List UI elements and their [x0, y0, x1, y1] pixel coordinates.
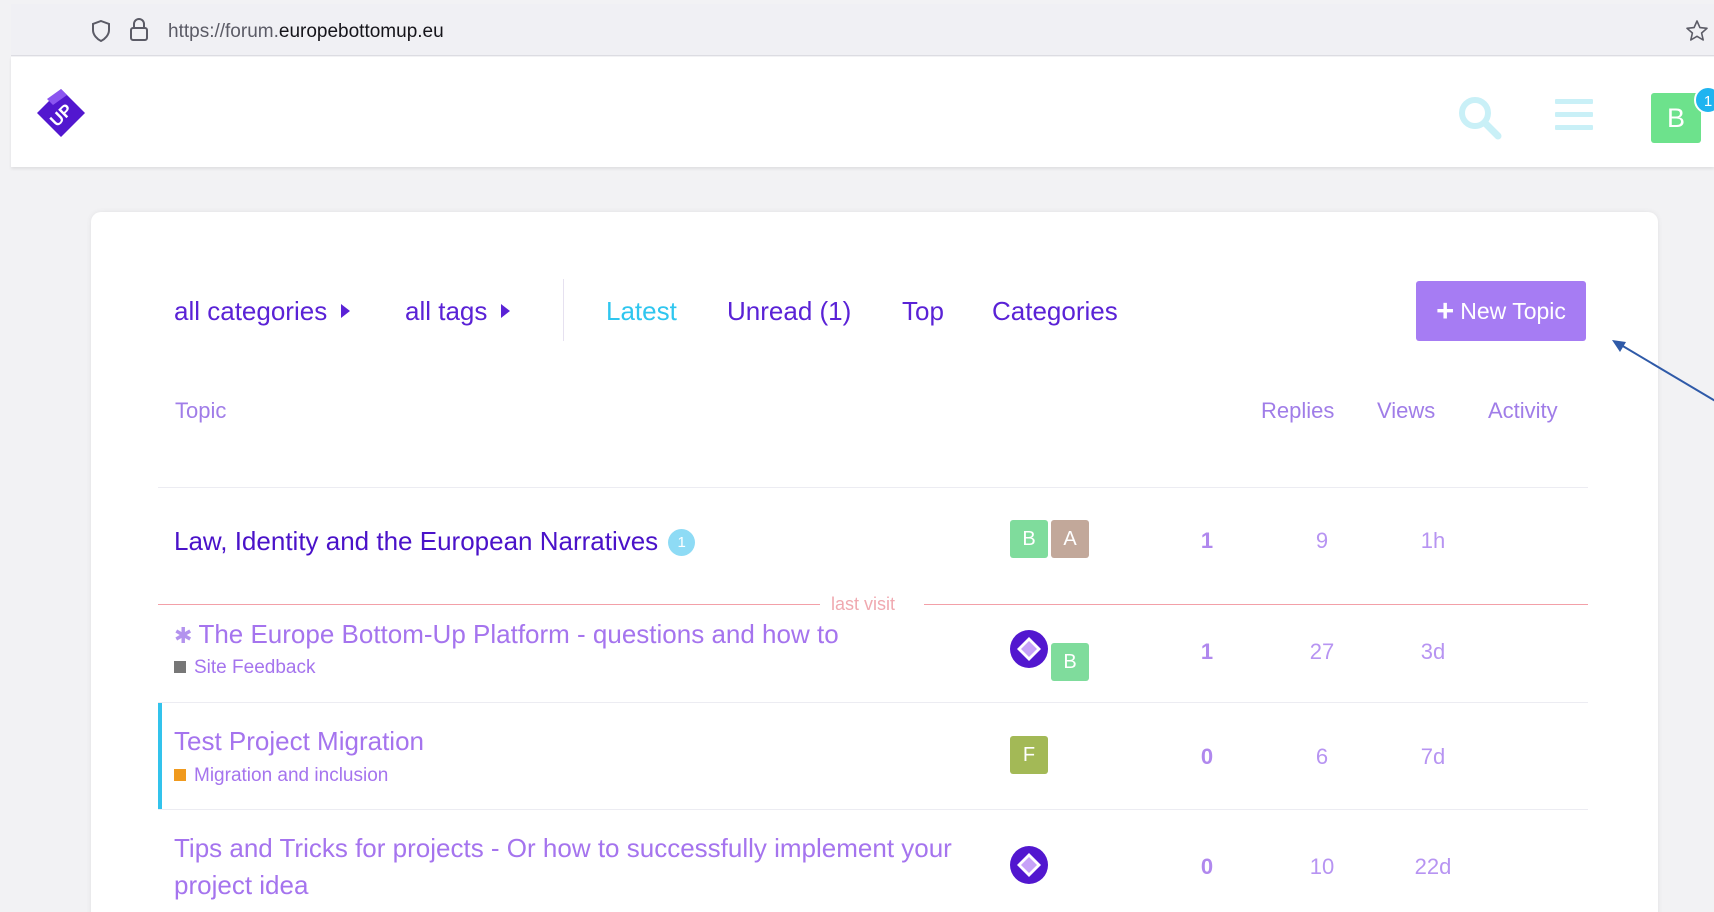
topic-category-label: Migration and inclusion: [194, 765, 389, 786]
reply-count[interactable]: 1: [1167, 528, 1247, 554]
topic-title-line: Tips and Tricks for projects - Or how to…: [174, 833, 952, 863]
lock-icon[interactable]: [129, 18, 149, 42]
reply-count[interactable]: 0: [1167, 744, 1247, 770]
category-dropdown[interactable]: all categories: [174, 296, 351, 327]
annotation-arrow-icon: [1612, 340, 1714, 402]
column-views[interactable]: Views: [1377, 398, 1435, 424]
topic-posters: BA: [1010, 520, 1092, 558]
url-domain: europebottomup.eu: [278, 21, 444, 42]
column-replies[interactable]: Replies: [1261, 398, 1334, 424]
new-topic-indicator: [158, 703, 162, 809]
view-count: 9: [1315, 528, 1329, 553]
topic-posters: [1010, 846, 1051, 889]
activity-age[interactable]: 3d: [1393, 639, 1473, 665]
topic-row[interactable]: Tips and Tricks for projects - Or how to…: [158, 810, 1588, 912]
activity-age[interactable]: 22d: [1393, 854, 1473, 880]
search-icon[interactable]: [1456, 94, 1502, 140]
category-color-icon: [174, 769, 186, 781]
notification-badge[interactable]: 1: [1694, 86, 1714, 114]
topic-title[interactable]: ✱ The Europe Bottom-Up Platform - questio…: [174, 619, 839, 650]
activity-age[interactable]: 7d: [1393, 744, 1473, 770]
url-text[interactable]: https://forum.europebottomup.eu: [168, 21, 444, 43]
topic-row[interactable]: Test Project Migration Migration and inc…: [158, 703, 1588, 809]
activity-age[interactable]: 1h: [1393, 528, 1473, 554]
poster-avatar[interactable]: B: [1051, 643, 1089, 681]
caret-right-icon: [501, 304, 511, 319]
bookmark-star-icon[interactable]: [1685, 19, 1709, 43]
category-color-icon: [174, 661, 186, 673]
topic-title[interactable]: Law, Identity and the European Narrative…: [174, 526, 696, 557]
tracking-shield-icon[interactable]: [91, 20, 111, 42]
plus-icon: +: [1436, 293, 1455, 328]
column-activity[interactable]: Activity: [1488, 398, 1558, 424]
tag-dropdown-label: all tags: [405, 296, 488, 326]
new-topic-label: New Topic: [1460, 298, 1566, 324]
reply-count[interactable]: 1: [1167, 639, 1247, 665]
topic-navigation: all categories all tags Latest Unread (1…: [91, 212, 1658, 412]
column-topic[interactable]: Topic: [175, 398, 226, 424]
last-visit-divider: last visit: [158, 594, 1588, 614]
topic-posters: B: [1010, 630, 1092, 681]
poster-avatar-logo[interactable]: [1010, 846, 1048, 884]
browser-url-bar[interactable]: https://forum.europebottomup.eu: [11, 4, 1714, 56]
last-visit-label: last visit: [831, 594, 896, 614]
nav-divider: [563, 279, 564, 341]
topic-title-line: project idea: [174, 870, 309, 900]
topic-row[interactable]: Law, Identity and the European Narrative…: [158, 488, 1588, 594]
poster-avatar[interactable]: B: [1010, 520, 1048, 558]
topic-category[interactable]: Site Feedback: [174, 657, 315, 679]
topic-posters: F: [1010, 736, 1051, 774]
view-count: 6: [1315, 744, 1329, 769]
poster-avatar[interactable]: F: [1010, 736, 1048, 774]
hamburger-menu-icon[interactable]: [1555, 99, 1593, 133]
topic-category-label: Site Feedback: [194, 657, 316, 678]
reply-count[interactable]: 0: [1167, 854, 1247, 880]
europe-bottom-up-logo[interactable]: UP: [33, 85, 89, 141]
topic-title-text: The Europe Bottom-Up Platform - question…: [198, 619, 839, 649]
new-topic-button[interactable]: + New Topic: [1416, 281, 1586, 341]
topic-category[interactable]: Migration and inclusion: [174, 765, 388, 787]
pin-icon: ✱: [174, 623, 193, 648]
view-count: 27: [1309, 639, 1335, 664]
tab-top[interactable]: Top: [902, 296, 944, 327]
topic-title-text: Law, Identity and the European Narrative…: [174, 526, 659, 556]
tab-categories[interactable]: Categories: [992, 296, 1118, 327]
unread-count-badge[interactable]: 1: [668, 529, 696, 556]
poster-avatar[interactable]: A: [1051, 520, 1089, 558]
tab-unread[interactable]: Unread (1): [727, 296, 851, 327]
topic-title[interactable]: Test Project Migration: [174, 726, 424, 757]
topic-title[interactable]: Tips and Tricks for projects - Or how to…: [174, 830, 952, 904]
url-prefix: https://forum.: [168, 21, 279, 42]
view-count: 10: [1309, 854, 1335, 879]
caret-right-icon: [341, 304, 351, 319]
poster-avatar-logo[interactable]: [1010, 630, 1048, 668]
site-header: UP B 1: [11, 57, 1714, 167]
category-dropdown-label: all categories: [174, 296, 328, 326]
tab-latest[interactable]: Latest: [606, 296, 677, 327]
tag-dropdown[interactable]: all tags: [405, 296, 511, 327]
